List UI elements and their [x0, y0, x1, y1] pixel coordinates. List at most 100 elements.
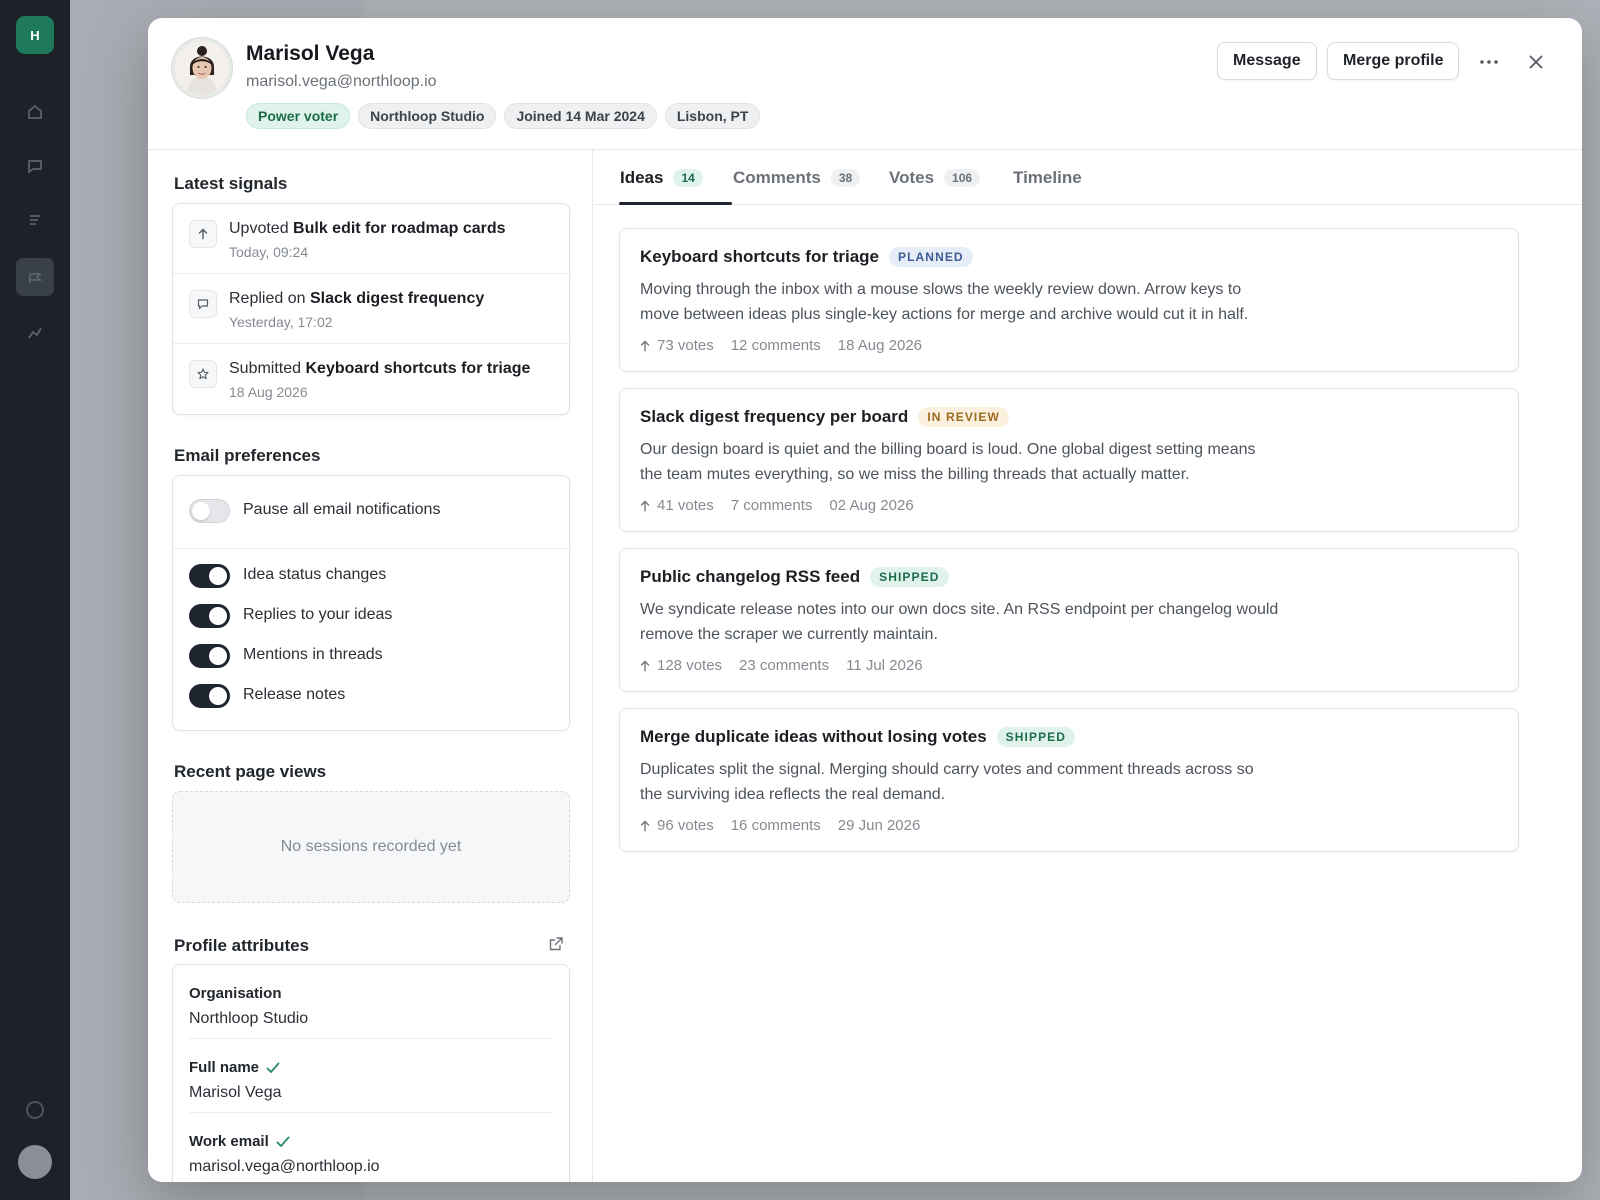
tab-timeline[interactable]: Timeline: [1013, 168, 1082, 188]
pref-label: Pause all email notifications: [243, 501, 441, 518]
idea-votes[interactable]: 96 votes: [640, 817, 714, 834]
verified-check-icon: [276, 1136, 290, 1147]
idea-votes[interactable]: 73 votes: [640, 337, 714, 354]
pref-label: Release notes: [243, 686, 346, 703]
idea-meta: 96 votes 16 comments 29 Jun 2026: [640, 817, 920, 834]
idea-comments: 7 comments: [730, 497, 813, 514]
signal-item[interactable]: Submitted Keyboard shortcuts for triage …: [173, 344, 569, 414]
status-badge: SHIPPED: [870, 567, 949, 587]
idea-votes[interactable]: 41 votes: [640, 497, 714, 514]
mentions-toggle[interactable]: [189, 644, 230, 668]
profile-avatar: [172, 38, 232, 98]
pref-row: Replies to your ideas: [173, 594, 569, 634]
settings-icon[interactable]: [26, 1101, 44, 1119]
signal-time: 18 Aug 2026: [229, 384, 308, 400]
attribute-item: Work email marisol.vega@northloop.io: [189, 1113, 553, 1182]
profile-name: Marisol Vega: [246, 42, 375, 65]
verified-check-icon: [266, 1062, 280, 1073]
signal-text: Replied on Slack digest frequency: [229, 290, 485, 307]
attribute-label: Work email: [189, 1133, 290, 1150]
star-icon: [189, 360, 217, 388]
email-preferences-card: Pause all email notifications Idea statu…: [172, 475, 570, 731]
more-horizontal-icon[interactable]: [1475, 48, 1503, 76]
attributes-list: Organisation Northloop Studio Full name …: [173, 965, 569, 1182]
attribute-value[interactable]: Marisol Vega: [189, 1084, 282, 1102]
app-rail: H: [0, 0, 70, 1200]
latest-signals-title: Latest signals: [174, 174, 288, 193]
pref-label: Idea status changes: [243, 566, 387, 583]
idea-comments: 12 comments: [730, 337, 821, 354]
page-views-title: Recent page views: [174, 762, 327, 781]
attribute-item: Full name Marisol Vega: [189, 1039, 553, 1113]
idea-date: 11 Jul 2026: [846, 657, 923, 674]
idea-card[interactable]: Public changelog RSS feed SHIPPED We synd…: [619, 548, 1519, 692]
idea-title: Public changelog RSS feed SHIPPED: [640, 567, 949, 587]
active-tab-indicator: [619, 202, 732, 205]
idea-card[interactable]: Merge duplicate ideas without losing vot…: [619, 708, 1519, 852]
profile-email: marisol.vega@northloop.io: [246, 73, 437, 90]
arrow-up-icon: [640, 340, 650, 352]
idea-date: 29 Jun 2026: [837, 817, 921, 834]
replies-toggle[interactable]: [189, 604, 230, 628]
signal-item[interactable]: Replied on Slack digest frequency Yester…: [173, 274, 569, 344]
merge-profile-button[interactable]: Merge profile: [1327, 42, 1460, 80]
analytics-icon[interactable]: [21, 318, 49, 346]
idea-description: Duplicates split the signal. Merging sho…: [640, 761, 1254, 803]
attribute-value[interactable]: Northloop Studio: [189, 1010, 308, 1028]
signal-text: Submitted Keyboard shortcuts for triage: [229, 360, 531, 377]
profile-sidebar: Latest signals Upvoted Bulk edit for roa…: [148, 150, 593, 1182]
idea-description: Our design board is quiet and the billin…: [640, 441, 1256, 483]
profile-chips: Power voter Northloop Studio Joined 14 M…: [246, 103, 761, 129]
workspace-logo[interactable]: H: [16, 16, 54, 54]
idea-card[interactable]: Keyboard shortcuts for triage PLANNED Mov…: [619, 228, 1519, 372]
external-link-icon[interactable]: [548, 936, 568, 956]
arrow-up-icon: [640, 660, 650, 672]
current-user-avatar[interactable]: [18, 1145, 52, 1179]
status-badge: IN REVIEW: [918, 407, 1009, 427]
email-preferences-title: Email preferences: [174, 446, 321, 465]
idea-status-toggle[interactable]: [189, 564, 230, 588]
idea-votes[interactable]: 128 votes: [640, 657, 722, 674]
idea-meta: 41 votes 7 comments 02 Aug 2026: [640, 497, 914, 514]
idea-date: 18 Aug 2026: [837, 337, 923, 354]
pref-label: Replies to your ideas: [243, 606, 393, 623]
attributes-card: Organisation Northloop Studio Full name …: [172, 964, 570, 1182]
tab-votes[interactable]: Votes 106: [889, 168, 981, 188]
signal-time: Yesterday, 17:02: [229, 314, 333, 330]
chip-power-voter: Power voter: [246, 103, 351, 129]
idea-title: Keyboard shortcuts for triage PLANNED: [640, 247, 973, 267]
pref-row: Release notes: [173, 674, 569, 714]
pref-label: Mentions in threads: [243, 646, 383, 663]
tab-count: 38: [830, 169, 861, 187]
attribute-label: Organisation: [189, 985, 282, 1002]
chip-joined: Joined 14 Mar 2024: [504, 103, 657, 129]
message-button[interactable]: Message: [1217, 42, 1317, 80]
close-icon[interactable]: [1522, 48, 1550, 76]
idea-comments: 16 comments: [730, 817, 821, 834]
idea-meta: 73 votes 12 comments 18 Aug 2026: [640, 337, 922, 354]
pause-notifications-toggle[interactable]: [189, 499, 230, 523]
idea-card[interactable]: Slack digest frequency per board IN REVIE…: [619, 388, 1519, 532]
tab-count: 14: [673, 169, 703, 187]
idea-description: We syndicate release notes into our own …: [640, 601, 1279, 643]
idea-comments: 23 comments: [739, 657, 830, 674]
chat-icon[interactable]: [21, 152, 49, 180]
pref-row: Mentions in threads: [173, 634, 569, 674]
signal-item[interactable]: Upvoted Bulk edit for roadmap cards Toda…: [173, 204, 569, 274]
tab-ideas[interactable]: Ideas 14: [620, 168, 703, 188]
page-views-empty-state: No sessions recorded yet: [172, 791, 570, 903]
attribute-value[interactable]: marisol.vega@northloop.io: [189, 1158, 380, 1176]
release-notes-toggle[interactable]: [189, 684, 230, 708]
pause-notifications-row: Pause all email notifications: [173, 489, 569, 529]
chip-organisation: Northloop Studio: [358, 103, 497, 129]
home-icon[interactable]: [21, 98, 49, 126]
list-icon[interactable]: [21, 206, 49, 234]
users-icon[interactable]: [16, 258, 54, 296]
pref-row: Idea status changes: [173, 554, 569, 594]
idea-date: 02 Aug 2026: [829, 497, 914, 514]
profile-attributes-title: Profile attributes: [174, 936, 310, 955]
divider: [173, 548, 569, 549]
status-badge: PLANNED: [889, 247, 973, 267]
tab-comments[interactable]: Comments 38: [733, 168, 861, 188]
attribute-label: Full name: [189, 1059, 280, 1076]
